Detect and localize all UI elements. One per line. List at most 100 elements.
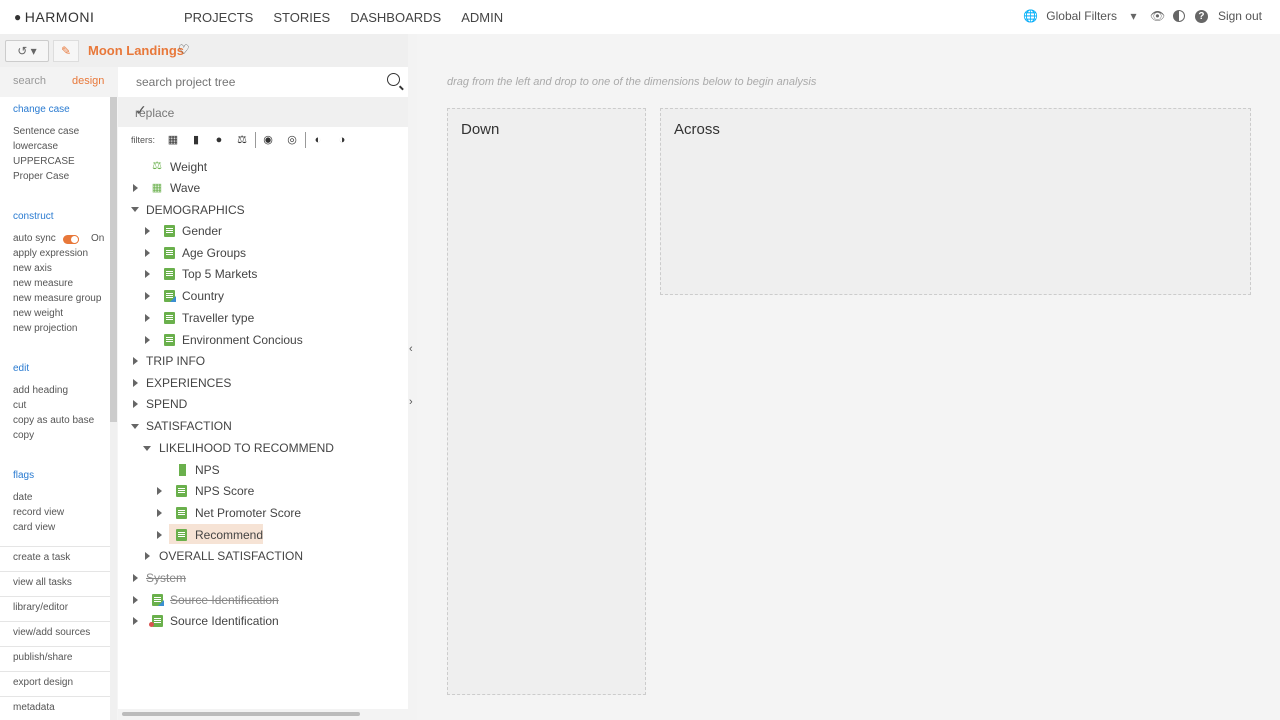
new-measure-link[interactable]: new measure xyxy=(13,278,73,289)
tree-node-trip-info[interactable]: TRIP INFO xyxy=(146,351,205,371)
library-editor-link[interactable]: library/editor xyxy=(13,602,68,613)
tree-node-country[interactable]: Country xyxy=(182,286,224,306)
tree-node-weight[interactable]: Weight xyxy=(170,157,207,177)
heart-icon[interactable]: ♡ xyxy=(178,42,190,58)
tree-node-overall-satisfaction[interactable]: OVERALL SATISFACTION xyxy=(159,546,303,566)
uppercase-link[interactable]: UPPERCASE xyxy=(13,156,75,167)
contrast-icon[interactable] xyxy=(1172,10,1185,22)
tree-node-spend[interactable]: SPEND xyxy=(146,394,187,414)
eye-sparkle-icon[interactable]: 👁 xyxy=(1150,9,1165,23)
expand-arrow-icon[interactable] xyxy=(157,509,162,517)
sidebar-scrollbar[interactable] xyxy=(110,97,117,422)
view-add-sources-link[interactable]: view/add sources xyxy=(13,627,90,638)
view-all-tasks-link[interactable]: view all tasks xyxy=(13,577,72,588)
collapse-arrow-icon[interactable] xyxy=(143,446,151,451)
tree-node-nps-score[interactable]: NPS Score xyxy=(195,481,254,501)
tree-node-age-groups[interactable]: Age Groups xyxy=(182,243,246,263)
tree-node-gender[interactable]: Gender xyxy=(182,221,222,241)
expand-arrow-icon[interactable] xyxy=(133,357,138,365)
collapse-left-icon[interactable]: ‹ xyxy=(409,343,413,355)
expand-arrow-icon[interactable] xyxy=(145,227,150,235)
tree-node-satisfaction[interactable]: SATISFACTION xyxy=(146,416,232,436)
tree-node-wave[interactable]: Wave xyxy=(170,178,200,198)
collapse-arrow-icon[interactable] xyxy=(131,207,139,212)
tree-node-demographics[interactable]: DEMOGRAPHICS xyxy=(146,200,245,220)
expand-arrow-icon[interactable] xyxy=(145,314,150,322)
global-filters-button[interactable]: Global Filters xyxy=(1046,9,1117,23)
tab-search[interactable]: search xyxy=(13,75,46,87)
publish-share-link[interactable]: publish/share xyxy=(13,652,72,663)
new-weight-link[interactable]: new weight xyxy=(13,308,63,319)
project-name[interactable]: Moon Landings xyxy=(88,43,184,58)
date-link[interactable]: date xyxy=(13,492,32,503)
sentence-case-link[interactable]: Sentence case xyxy=(13,126,79,137)
scale-filter-icon[interactable]: ⚖ xyxy=(236,134,248,146)
card-view-link[interactable]: card view xyxy=(13,522,55,533)
history-button[interactable]: ↺ ▾ xyxy=(5,40,49,62)
new-axis-link[interactable]: new axis xyxy=(13,263,52,274)
pin-filter-icon[interactable]: ● xyxy=(213,134,225,146)
expand-arrow-icon[interactable] xyxy=(133,379,138,387)
create-task-link[interactable]: create a task xyxy=(13,552,70,563)
eye-off-filter-icon[interactable]: ◎ xyxy=(286,134,298,146)
signout-link[interactable]: Sign out xyxy=(1218,9,1262,23)
expand-arrow-icon[interactable] xyxy=(145,270,150,278)
expand-arrow-icon[interactable] xyxy=(133,400,138,408)
record-view-link[interactable]: record view xyxy=(13,507,64,518)
apply-expression-link[interactable]: apply expression xyxy=(13,248,88,259)
grid-filter-icon[interactable]: ▦ xyxy=(167,134,179,146)
edit-pencil-icon[interactable]: ✎ xyxy=(53,40,79,62)
export-design-link[interactable]: export design xyxy=(13,677,73,688)
tree-node-system[interactable]: System xyxy=(146,568,186,588)
collapse-arrow-icon[interactable] xyxy=(131,424,139,429)
check-icon[interactable]: ✓ xyxy=(135,102,400,119)
nav-admin[interactable]: ADMIN xyxy=(461,0,503,36)
nav-dashboards[interactable]: DASHBOARDS xyxy=(350,0,441,36)
tree-node-source-identification[interactable]: Source Identification xyxy=(170,611,279,631)
cut-link[interactable]: cut xyxy=(13,400,26,411)
expand-arrow-icon[interactable] xyxy=(157,531,162,539)
auto-sync-toggle[interactable] xyxy=(63,235,79,244)
search-icon[interactable] xyxy=(387,73,400,86)
contrast-filter-icon[interactable]: ◐ xyxy=(312,134,324,146)
down-drop-zone[interactable]: Down xyxy=(447,108,646,695)
brand-logo[interactable]: ● HARMONI xyxy=(14,9,94,25)
tree-node-experiences[interactable]: EXPERIENCES xyxy=(146,373,231,393)
contrast-dark-filter-icon[interactable]: ◑ xyxy=(336,134,348,146)
tree-node-net-promoter-score[interactable]: Net Promoter Score xyxy=(195,503,301,523)
expand-arrow-icon[interactable] xyxy=(157,487,162,495)
expand-arrow-icon[interactable] xyxy=(145,552,150,560)
tree-node-recommend[interactable]: Recommend xyxy=(195,525,263,545)
proper-case-link[interactable]: Proper Case xyxy=(13,171,69,182)
lowercase-link[interactable]: lowercase xyxy=(13,141,58,152)
chevron-down-icon[interactable]: ▾ xyxy=(1127,9,1140,23)
expand-arrow-icon[interactable] xyxy=(133,574,138,582)
expand-arrow-icon[interactable] xyxy=(133,596,138,604)
eye-filter-icon[interactable]: ◉ xyxy=(262,134,274,146)
copy-link[interactable]: copy xyxy=(13,430,34,441)
new-measure-group-link[interactable]: new measure group xyxy=(13,293,101,304)
tree-node-nps[interactable]: NPS xyxy=(195,460,220,480)
expand-arrow-icon[interactable] xyxy=(145,336,150,344)
nav-projects[interactable]: PROJECTS xyxy=(184,0,254,36)
expand-right-icon[interactable]: › xyxy=(409,396,413,408)
ruler-filter-icon[interactable]: ▮ xyxy=(190,134,202,146)
tree-search-input[interactable] xyxy=(134,74,378,90)
expand-arrow-icon[interactable] xyxy=(133,184,138,192)
help-icon[interactable]: ? xyxy=(1194,9,1208,23)
new-projection-link[interactable]: new projection xyxy=(13,323,77,334)
tree-node-likelihood-to-recommend[interactable]: LIKELIHOOD TO RECOMMEND xyxy=(159,438,334,458)
copy-as-auto-base-link[interactable]: copy as auto base xyxy=(13,415,94,426)
expand-arrow-icon[interactable] xyxy=(133,617,138,625)
add-heading-link[interactable]: add heading xyxy=(13,385,68,396)
tree-node-environment-concious[interactable]: Environment Concious xyxy=(182,330,303,350)
panel-splitter[interactable] xyxy=(408,34,417,720)
tab-design[interactable]: design xyxy=(72,75,104,87)
nav-stories[interactable]: STORIES xyxy=(273,0,330,36)
tree-horizontal-scrollbar[interactable] xyxy=(118,709,408,720)
tree-node-source-identification-struck[interactable]: Source Identification xyxy=(170,590,279,610)
tree-node-top-5-markets[interactable]: Top 5 Markets xyxy=(182,264,257,284)
expand-arrow-icon[interactable] xyxy=(145,249,150,257)
expand-arrow-icon[interactable] xyxy=(145,292,150,300)
tree-node-traveller-type[interactable]: Traveller type xyxy=(182,308,254,328)
